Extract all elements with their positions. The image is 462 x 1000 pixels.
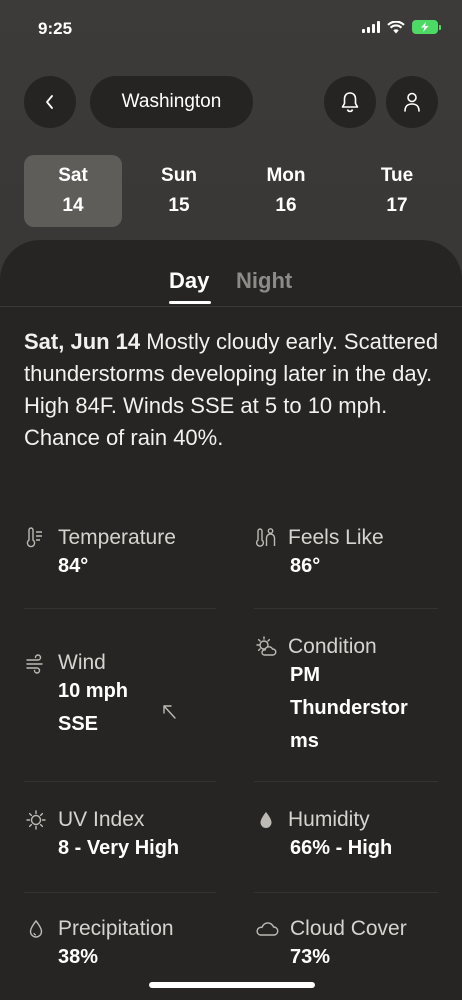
status-icons bbox=[362, 20, 441, 34]
condition-value-line2: Thunderstor bbox=[290, 697, 408, 719]
humidity-value: 66% - High bbox=[290, 837, 393, 859]
chevron-left-icon bbox=[46, 95, 53, 109]
cloud-icon bbox=[256, 922, 279, 936]
feels-like-label: Feels Like bbox=[288, 526, 384, 549]
wind-speed-value: 10 mph bbox=[58, 680, 129, 702]
divider bbox=[254, 892, 438, 893]
signal-icon bbox=[362, 21, 380, 33]
back-button[interactable] bbox=[24, 76, 76, 128]
wind-cell: Wind 10 mph SSE bbox=[24, 651, 128, 741]
wind-direction-arrow-icon bbox=[163, 705, 176, 719]
temperature-cell: Temperature 84° bbox=[24, 526, 176, 583]
condition-value-line1: PM bbox=[290, 664, 320, 686]
condition-value-line3: ms bbox=[290, 730, 319, 752]
forecast-summary: Sat, Jun 14 Mostly cloudy early. Scatter… bbox=[24, 326, 444, 454]
day-name: Mon bbox=[266, 165, 306, 186]
user-icon bbox=[404, 92, 420, 112]
wind-direction-value: SSE bbox=[58, 713, 99, 735]
temperature-value: 84° bbox=[58, 555, 89, 577]
precipitation-label: Precipitation bbox=[58, 917, 174, 940]
cloud-cover-cell: Cloud Cover 73% bbox=[254, 917, 407, 974]
day-number: 14 bbox=[62, 195, 84, 216]
wind-icon bbox=[26, 654, 43, 674]
day-number: 15 bbox=[168, 195, 190, 216]
temperature-label: Temperature bbox=[58, 526, 176, 549]
thermometer-icon bbox=[26, 527, 42, 548]
day-name: Sat bbox=[58, 165, 88, 186]
feels-like-value: 86° bbox=[290, 555, 321, 577]
day-number: 17 bbox=[386, 195, 408, 216]
humidity-label: Humidity bbox=[288, 808, 370, 831]
bell-icon bbox=[341, 92, 359, 113]
water-drop-icon bbox=[29, 919, 43, 938]
uv-index-cell: UV Index 8 - Very High bbox=[24, 808, 179, 865]
day-tab-sun[interactable]: Sun 15 bbox=[130, 155, 228, 227]
feels-like-cell: Feels Like 86° bbox=[254, 526, 384, 583]
precipitation-cell: Precipitation 38% bbox=[24, 917, 174, 974]
location-name: Washington bbox=[121, 91, 222, 112]
divider bbox=[24, 608, 216, 609]
day-name: Tue bbox=[380, 165, 414, 186]
home-indicator[interactable] bbox=[149, 982, 315, 988]
location-selector[interactable]: Washington bbox=[90, 76, 253, 128]
status-bar: 9:25 bbox=[0, 0, 462, 60]
tab-night[interactable]: Night bbox=[236, 268, 292, 294]
status-time: 9:25 bbox=[38, 19, 73, 38]
day-number: 16 bbox=[275, 195, 297, 216]
precipitation-value: 38% bbox=[58, 946, 99, 968]
day-selector: Sat 14 Sun 15 Mon 16 Tue 17 bbox=[24, 155, 438, 227]
feels-like-icon bbox=[255, 528, 276, 547]
uv-index-label: UV Index bbox=[58, 808, 145, 831]
day-name: Sun bbox=[161, 165, 197, 186]
notifications-button[interactable] bbox=[324, 76, 376, 128]
wifi-icon bbox=[387, 20, 405, 33]
humidity-cell: Humidity 66% - High bbox=[254, 808, 392, 865]
top-nav: Washington bbox=[24, 76, 438, 128]
condition-label: Condition bbox=[288, 635, 377, 658]
tab-day[interactable]: Day bbox=[169, 268, 209, 294]
divider bbox=[0, 306, 462, 307]
sun-icon bbox=[26, 810, 46, 830]
divider bbox=[254, 781, 438, 782]
day-night-tabs: Day Night bbox=[0, 268, 462, 308]
day-tab-tue[interactable]: Tue 17 bbox=[348, 155, 446, 227]
tab-underline bbox=[169, 301, 211, 304]
day-tab-mon[interactable]: Mon 16 bbox=[237, 155, 335, 227]
battery-icon bbox=[412, 20, 441, 34]
cloud-cover-label: Cloud Cover bbox=[290, 917, 407, 940]
divider bbox=[24, 781, 216, 782]
day-tab-sat[interactable]: Sat 14 bbox=[24, 155, 122, 227]
divider bbox=[24, 892, 216, 893]
divider bbox=[254, 608, 438, 609]
water-drop-filled-icon bbox=[260, 812, 272, 828]
condition-cell: Condition PM Thunderstor ms bbox=[254, 635, 408, 758]
partly-cloudy-icon bbox=[256, 636, 277, 656]
profile-button[interactable] bbox=[386, 76, 438, 128]
wind-label: Wind bbox=[58, 651, 106, 674]
uv-index-value: 8 - Very High bbox=[58, 837, 180, 859]
cloud-cover-value: 73% bbox=[290, 946, 331, 968]
summary-date: Sat, Jun 14 bbox=[24, 329, 141, 354]
